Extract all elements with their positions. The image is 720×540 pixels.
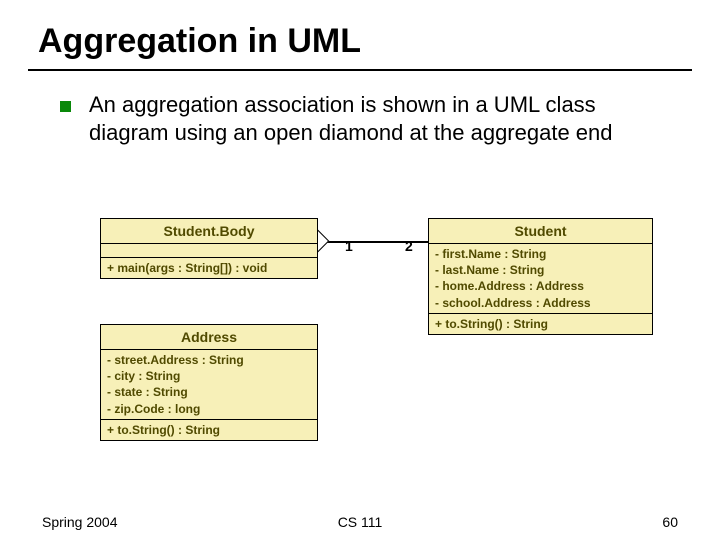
bullet-text: An aggregation association is shown in a… bbox=[89, 91, 680, 146]
class-student: Student - first.Name : String - last.Nam… bbox=[428, 218, 653, 335]
footer-page-number: 60 bbox=[662, 514, 678, 530]
attr: - street.Address : String bbox=[107, 352, 311, 368]
attr: - school.Address : Address bbox=[435, 295, 646, 311]
class-ops: + to.String() : String bbox=[101, 420, 317, 440]
square-bullet-icon bbox=[60, 101, 71, 112]
class-attrs: - first.Name : String - last.Name : Stri… bbox=[429, 244, 652, 314]
slide-footer: Spring 2004 CS 111 60 bbox=[0, 514, 720, 530]
class-name: Student bbox=[429, 219, 652, 244]
class-name: Student.Body bbox=[101, 219, 317, 244]
footer-left: Spring 2004 bbox=[42, 514, 118, 530]
attr: - zip.Code : long bbox=[107, 401, 311, 417]
class-attrs: - street.Address : String - city : Strin… bbox=[101, 350, 317, 420]
class-name: Address bbox=[101, 325, 317, 350]
class-studentbody: Student.Body + main(args : String[]) : v… bbox=[100, 218, 318, 279]
attr: - last.Name : String bbox=[435, 262, 646, 278]
class-op: + main(args : String[]) : void bbox=[101, 258, 317, 278]
multiplicity-left: 1 bbox=[345, 238, 353, 254]
attr: - first.Name : String bbox=[435, 246, 646, 262]
uml-diagram: 1 2 Student.Body + main(args : String[])… bbox=[0, 218, 720, 498]
multiplicity-right: 2 bbox=[405, 238, 413, 254]
attr: - state : String bbox=[107, 384, 311, 400]
class-attrs-empty bbox=[101, 244, 317, 258]
class-address: Address - street.Address : String - city… bbox=[100, 324, 318, 441]
attr: - city : String bbox=[107, 368, 311, 384]
attr: - home.Address : Address bbox=[435, 278, 646, 294]
class-ops: + to.String() : String bbox=[429, 314, 652, 334]
slide-title: Aggregation in UML bbox=[0, 0, 720, 61]
bullet-item: An aggregation association is shown in a… bbox=[0, 71, 720, 146]
footer-center: CS 111 bbox=[338, 514, 383, 530]
